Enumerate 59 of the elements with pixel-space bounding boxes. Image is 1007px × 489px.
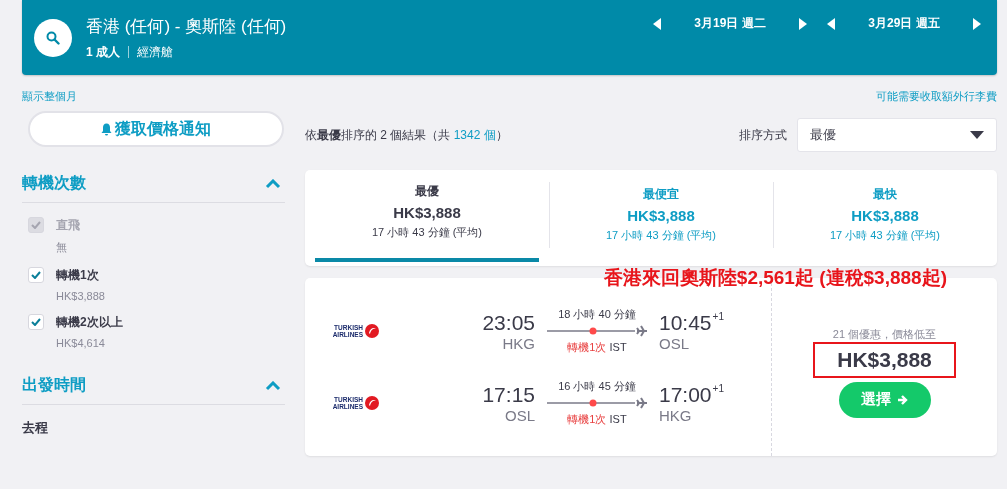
chevron-icon [265,178,281,189]
arrival-time: 17:00 [659,382,712,407]
baggage-fee-link[interactable]: 可能需要收取額外行李費 [876,89,997,105]
flight-duration: 18 小時 40 分鐘 [558,307,636,322]
departure-time: 17:15 [482,382,535,407]
stopover-text: 轉機1次 IST [567,412,627,427]
show-month-link[interactable]: 顯示整個月 [22,89,77,105]
check-icon [31,318,41,326]
filter-option-label: 直飛 [56,217,80,234]
arrow-right-icon [896,393,909,406]
stopover-text: 轉機1次 IST [567,340,627,355]
left-triangle-icon [653,17,661,30]
filter-heading: 出發時間 [22,375,86,395]
cabin-class: 經濟艙 [137,43,173,61]
deals-text: 21 個優惠，價格低至 [832,326,937,342]
airline-logo-icon [365,396,379,410]
select-button[interactable]: 選擇 [838,381,931,418]
right-triangle-icon [973,17,981,30]
search-summary-bar[interactable]: 香港 (任何) - 奧斯陸 (任何) 1 成人 經濟艙 3月19日 週二 3月29日 週五 [22,0,997,75]
date-text[interactable]: 3月19日 週二 [665,15,795,32]
passenger-count: 1 成人 [86,43,120,61]
chevron-icon [265,380,281,391]
sort-tab[interactable]: 最優 HK$3,888 17 小時 43 分鐘 (平均) [315,170,539,262]
results-summary: 依最優排序的 2 個結果（共 1342 個） [305,126,508,144]
search-icon [46,30,60,45]
day-offset: +1 [712,382,724,394]
price-alert-button[interactable]: 獲取價格通知 [28,111,284,147]
sort-label: 排序方式 [739,126,787,144]
filter-option-price: 無 [56,240,68,255]
check-icon [31,271,41,279]
airport-code: OSL [505,406,535,424]
filter-option-label: 轉機1次 [56,267,100,284]
bell-icon [101,122,112,136]
check-icon [31,221,41,229]
right-triangle-icon [799,17,807,30]
sort-dropdown[interactable]: 最優 [797,118,997,152]
date-text[interactable]: 3月29日 週五 [839,15,969,32]
checkbox[interactable] [28,267,44,283]
filter-option-price: HK$4,614 [56,337,106,349]
checkbox[interactable] [28,314,44,330]
left-triangle-icon [827,17,835,30]
sort-tab[interactable]: 最便宜 HK$3,888 17 小時 43 分鐘 (平均) [549,170,773,266]
dropdown-caret-icon [970,131,984,139]
day-offset: +1 [712,310,724,322]
flight-duration: 16 小時 45 分鐘 [558,379,636,394]
airport-code: OSL [659,334,689,352]
search-button[interactable] [34,18,72,57]
filter-subheading: 去程 [22,419,49,437]
arrival-time: 10:45 [659,310,712,335]
airport-code: HKG [502,334,535,352]
filter-heading: 轉機次數 [22,173,86,193]
filter-option-price: HK$3,888 [56,290,105,302]
departure-time: 23:05 [482,310,535,335]
filter-option-label: 轉機2次以上 [56,314,123,331]
price-text: HK$3,888 [813,341,956,378]
airline-logo-icon [365,324,379,338]
sort-tab[interactable]: 最快 HK$3,888 17 小時 43 分鐘 (平均) [773,170,997,266]
route-text: 香港 (任何) - 奧斯陸 (任何) [86,15,288,38]
airport-code: HKG [659,406,692,424]
